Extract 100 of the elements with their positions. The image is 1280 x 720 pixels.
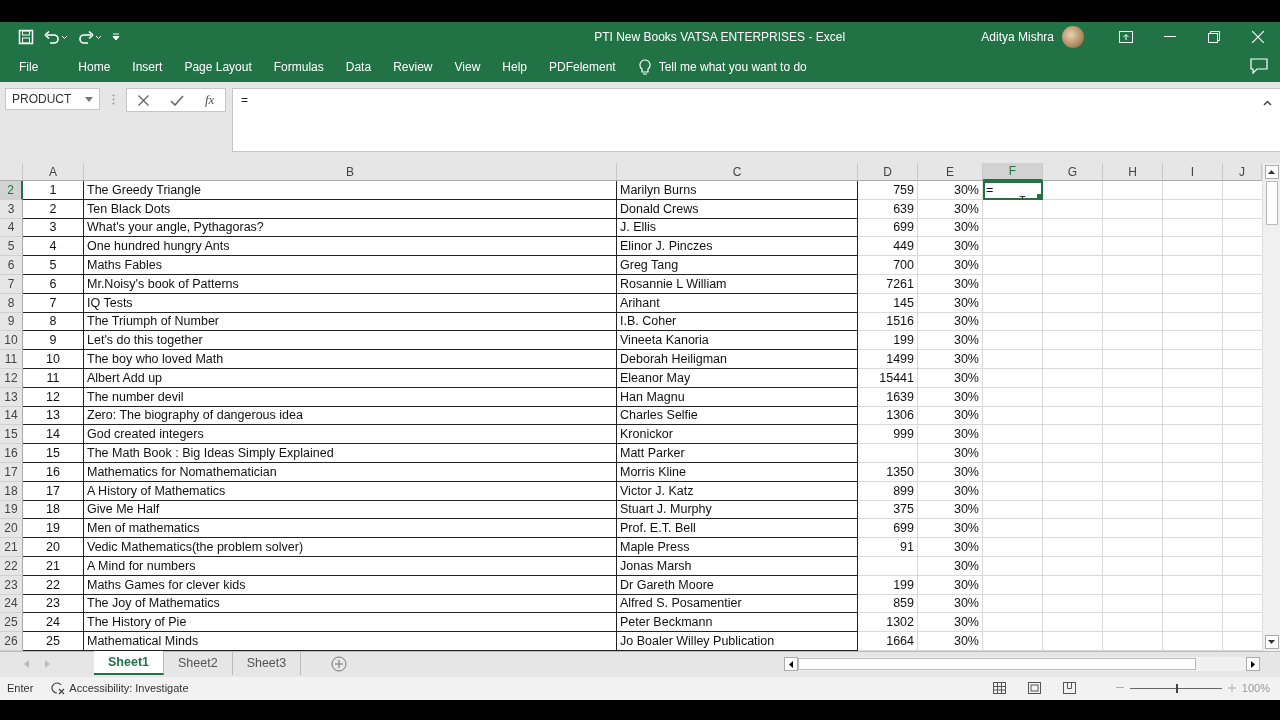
table-cell: 15 (23, 444, 84, 463)
table-cell: Matt Parker (617, 444, 858, 463)
column-header[interactable]: I (1163, 163, 1223, 181)
up-arrow-icon (1268, 170, 1275, 174)
column-header[interactable]: E (918, 163, 983, 181)
accessibility-icon (51, 681, 66, 695)
dropdown-caret-icon[interactable] (85, 96, 93, 102)
active-cell[interactable]: = (983, 181, 1043, 200)
avatar[interactable] (1062, 26, 1084, 48)
restore-icon (1208, 31, 1220, 43)
page-break-icon[interactable] (1062, 682, 1076, 695)
accessibility-status[interactable]: Accessibility: Investigate (69, 682, 189, 695)
table-cell: Peter Beckmann (617, 613, 858, 633)
column-header[interactable]: C (617, 163, 858, 181)
lightbulb-icon[interactable] (638, 58, 651, 76)
ribbon-tab[interactable]: Formulas (264, 55, 333, 79)
user-name[interactable]: Aditya Mishra (981, 30, 1054, 44)
table-cell: 10 (23, 350, 84, 369)
down-arrow-icon (1268, 639, 1275, 644)
table-cell: 9 (23, 331, 84, 351)
column-header[interactable]: A (23, 163, 84, 181)
page-layout-icon[interactable] (1027, 682, 1041, 695)
sheet-tab[interactable]: Sheet1 (94, 651, 164, 676)
comment-icon[interactable] (1250, 57, 1268, 74)
table-cell: Marilyn Burns (617, 181, 858, 200)
table-cell: Greg Tang (617, 256, 858, 275)
plus-circle-icon (331, 656, 348, 673)
table-cell: 5 (23, 256, 84, 275)
ribbon-tab[interactable]: View (445, 55, 490, 79)
ribbon-display-icon (1119, 31, 1133, 43)
table-cell: Elinor J. Pinczes (617, 237, 858, 257)
scroll-left-button[interactable] (784, 657, 798, 672)
table-cell: Kronickor (617, 425, 858, 445)
row-header[interactable]: 2 (0, 181, 23, 200)
save-icon[interactable] (18, 29, 34, 45)
row-header[interactable]: 25 (0, 613, 23, 633)
table-cell: 24 (23, 613, 84, 633)
ribbon-tab[interactable]: Page Layout (175, 55, 261, 79)
sheet-tab[interactable]: Sheet2 (164, 651, 233, 676)
ribbon-tab[interactable]: Review (384, 55, 442, 79)
scroll-thumb[interactable] (798, 658, 1196, 671)
zoom-thumb[interactable] (1175, 683, 1178, 693)
ribbon-tab[interactable]: PDFelement (540, 55, 625, 79)
scroll-right-button[interactable] (1246, 657, 1260, 672)
redo-icon[interactable] (78, 30, 102, 44)
table-cell: Mathematical Minds (84, 632, 617, 651)
normal-view-icon[interactable] (992, 682, 1006, 695)
table-cell: 14 (23, 425, 84, 445)
ribbon-tab[interactable]: Insert (123, 55, 172, 79)
table-cell: 19 (23, 519, 84, 539)
cancel-icon[interactable] (137, 94, 149, 106)
table-cell: Deborah Heiligman (617, 350, 858, 369)
row-header[interactable]: 21 (0, 538, 23, 557)
table-cell: Vedic Mathematics(the problem solver) (84, 538, 617, 557)
new-sheet-button[interactable] (331, 656, 348, 673)
customize-icon[interactable] (112, 33, 120, 41)
row-header[interactable]: 6 (0, 256, 23, 275)
row-header[interactable]: 26 (0, 632, 23, 651)
undo-icon[interactable] (44, 30, 68, 44)
ribbon-tab[interactable]: Home (69, 55, 120, 79)
table-cell: Maple Press (617, 538, 858, 557)
ribbon-tab[interactable]: Help (493, 55, 536, 79)
formula-input[interactable]: = (232, 88, 1280, 152)
left-arrow-icon (789, 660, 793, 668)
close-icon (1252, 31, 1264, 43)
minimize-icon (1164, 36, 1176, 38)
ribbon-tab[interactable]: Data (336, 55, 381, 79)
row-header[interactable]: 20 (0, 519, 23, 539)
row-header[interactable]: 5 (0, 237, 23, 257)
name-box[interactable]: PRODUCT (5, 88, 100, 110)
collapse-icon[interactable] (1263, 100, 1272, 106)
column-header[interactable]: H (1103, 163, 1163, 181)
table-cell: Men of mathematics (84, 519, 617, 539)
column-header[interactable]: G (1043, 163, 1103, 181)
table-cell: The History of Pie (84, 613, 617, 633)
row-header[interactable]: 11 (0, 350, 23, 369)
table-cell: Jo Boaler Willey Publication (617, 632, 858, 651)
table-cell: 4 (23, 237, 84, 257)
tell-me-field[interactable]: Tell me what you want to do (658, 60, 807, 74)
insert-function-button[interactable]: fx (205, 92, 215, 108)
row-header[interactable]: 10 (0, 331, 23, 351)
row-header[interactable]: 16 (0, 444, 23, 463)
table-cell: Prof. E.T. Bell (617, 519, 858, 539)
column-header[interactable]: B (84, 163, 617, 181)
column-header[interactable]: J (1223, 163, 1262, 181)
column-header[interactable]: D (858, 163, 918, 181)
scroll-up-button[interactable] (1264, 165, 1279, 179)
ribbon-tab[interactable]: File (10, 55, 48, 79)
sheet-tab[interactable]: Sheet3 (232, 651, 302, 676)
column-header[interactable]: F (983, 163, 1043, 181)
table-cell: Vineeta Kanoria (617, 331, 858, 351)
table-cell: One hundred hungry Ants (84, 237, 617, 257)
grip-icon (111, 93, 115, 105)
scroll-down-button[interactable] (1264, 634, 1279, 649)
window-title: PTI New Books VATSA ENTERPRISES - Excel (593, 30, 847, 44)
enter-check-icon[interactable] (169, 94, 184, 106)
table-cell: The Greedy Triangle (84, 181, 617, 200)
row-header[interactable]: 15 (0, 425, 23, 445)
scroll-thumb[interactable] (1265, 181, 1278, 225)
table-cell: The boy who loved Math (84, 350, 617, 369)
